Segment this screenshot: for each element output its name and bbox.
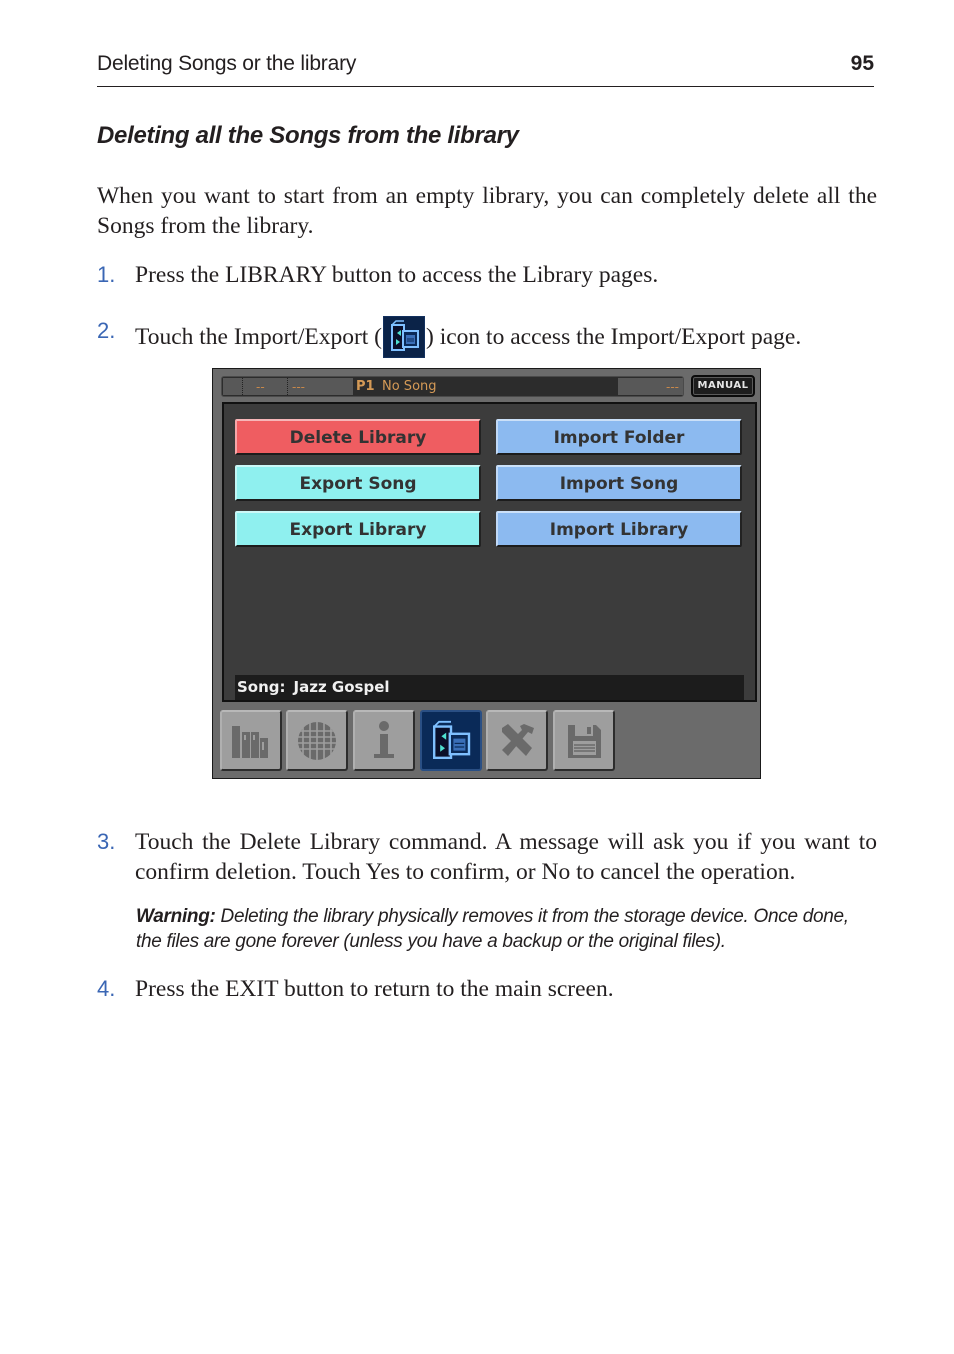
import-export-page: Delete Library Import Folder Export Song…: [222, 402, 757, 702]
running-head-title: Deleting Songs or the library: [97, 52, 357, 75]
step-text: Touch the Import/Export ( ) icon to acces…: [135, 316, 877, 358]
export-song-button[interactable]: Export Song: [235, 465, 481, 501]
song-slot-title: No Song: [382, 379, 437, 394]
tab-utility[interactable]: [486, 710, 548, 771]
import-folder-button[interactable]: Import Folder: [496, 419, 742, 455]
step-number: 3.: [97, 829, 116, 854]
step-text: Press the LIBRARY button to access the L…: [135, 262, 659, 288]
warning-note: Warning: Deleting the library physically…: [136, 904, 878, 954]
import-export-icon: [433, 720, 471, 759]
intro-paragraph: When you want to start from an empty lib…: [97, 183, 877, 239]
step-text: Press the EXIT button to return to the m…: [135, 976, 614, 1002]
running-head: Deleting Songs or the library 95: [97, 52, 874, 87]
library-books-icon: [232, 725, 268, 758]
import-song-button[interactable]: Import Song: [496, 465, 742, 501]
step-text-before: Touch the Import/Export (: [135, 324, 383, 350]
warning-label: Warning:: [136, 906, 216, 927]
device-screenshot: -- --- P1 No Song --- MANUAL Delete Libr…: [212, 368, 761, 779]
warning-text: Deleting the library physically removes …: [136, 906, 849, 952]
step-text-after: ) icon to access the Import/Export page.: [426, 324, 802, 350]
tools-icon: [502, 723, 534, 756]
save-disk-icon: [568, 724, 601, 758]
status-segment-2: --: [243, 378, 288, 395]
step-number: 4.: [97, 976, 116, 1001]
import-export-icon: [383, 316, 426, 358]
step-number: 1.: [97, 262, 116, 287]
delete-library-button[interactable]: Delete Library: [235, 419, 481, 455]
status-segment-3: ---: [288, 378, 353, 395]
manual-mode-button[interactable]: MANUAL: [691, 375, 755, 397]
song-slot-id: P1: [356, 379, 375, 394]
section-heading: Deleting all the Songs from the library: [97, 122, 519, 149]
import-library-button[interactable]: Import Library: [496, 511, 742, 547]
tab-web[interactable]: [286, 710, 348, 771]
tab-import-export[interactable]: [420, 710, 482, 771]
status-bar: -- --- P1 No Song ---: [221, 376, 684, 397]
page-number: 95: [850, 52, 874, 75]
status-segment-4: ---: [618, 378, 683, 395]
export-library-button[interactable]: Export Library: [235, 511, 481, 547]
step-text: Touch the Delete Library command. A mess…: [135, 829, 877, 885]
globe-icon: [298, 721, 336, 760]
tab-library[interactable]: [220, 710, 282, 771]
tab-info[interactable]: [353, 710, 415, 771]
song-label: Song:: [237, 678, 286, 696]
selected-song-bar: Song: Jazz Gospel: [235, 675, 744, 700]
step-number: 2.: [97, 318, 116, 343]
tab-save[interactable]: [553, 710, 615, 771]
song-value: Jazz Gospel: [293, 678, 390, 696]
status-segment-1: [223, 378, 243, 395]
info-icon: [374, 720, 394, 758]
